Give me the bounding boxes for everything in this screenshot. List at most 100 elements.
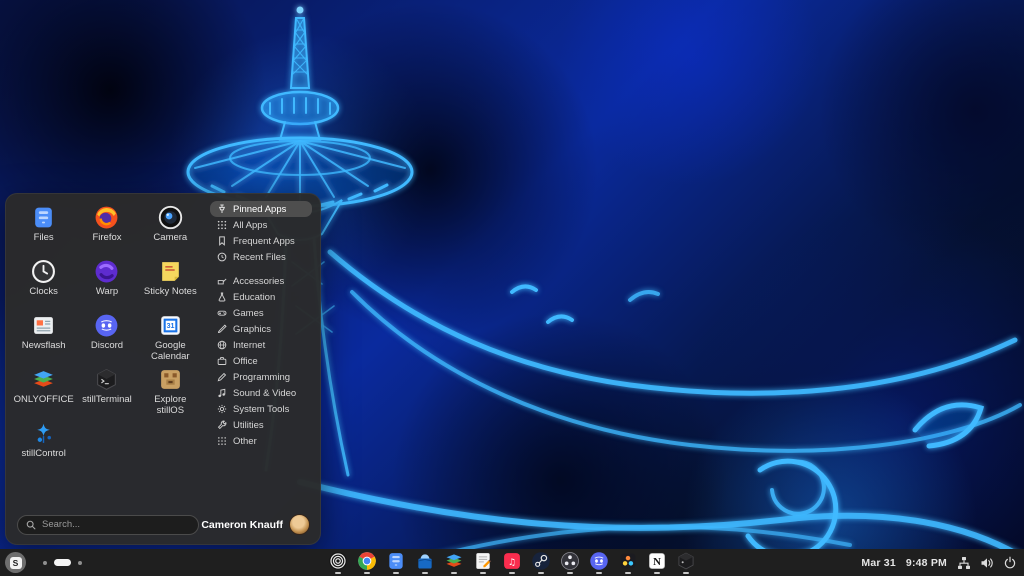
network-icon[interactable] (957, 556, 971, 570)
running-indicator (625, 572, 631, 574)
workspace-active-pill[interactable] (54, 559, 71, 566)
app-label: Newsflash (22, 341, 66, 352)
tray-time[interactable]: 9:48 PM (906, 557, 947, 569)
app-clocks[interactable]: Clocks (12, 255, 75, 309)
category-label: Utilities (233, 420, 264, 431)
taskbar-app-chrome[interactable] (357, 551, 377, 574)
power-icon[interactable] (1003, 556, 1017, 570)
category-games[interactable]: Games (210, 305, 312, 321)
taskbar-app-files[interactable] (386, 551, 406, 574)
app-label: Files (34, 233, 54, 244)
category-label: All Apps (233, 220, 267, 231)
taskbar-app-cube[interactable] (676, 551, 696, 574)
taskbar-apps: ♫N (328, 551, 696, 574)
category-label: Frequent Apps (233, 236, 295, 247)
globe-icon (217, 340, 227, 350)
still-control-icon (31, 421, 56, 446)
category-label: Internet (233, 340, 265, 351)
running-indicator (480, 572, 486, 574)
category-office[interactable]: Office (210, 353, 312, 369)
app-google-calendar[interactable]: 31Google Calendar (139, 309, 202, 363)
category-graphics[interactable]: Graphics (210, 321, 312, 337)
apple-music-icon: ♫ (502, 551, 522, 571)
onlyoffice-icon (31, 367, 56, 392)
pin-icon (217, 204, 227, 214)
taskbar-app-notion[interactable]: N (647, 551, 667, 574)
category-programming[interactable]: Programming (210, 369, 312, 385)
taskbar-app-text-editor[interactable] (473, 551, 493, 574)
taskbar-app-onlyoffice[interactable] (444, 551, 464, 574)
category-label: Programming (233, 372, 290, 383)
app-onlyoffice[interactable]: ONLYOFFICE (12, 363, 75, 417)
app-label: Explore stillOS (140, 395, 200, 416)
dots-icon (217, 436, 227, 446)
cube-icon (676, 551, 696, 571)
category-frequent-apps[interactable]: Frequent Apps (210, 233, 312, 249)
workspace-dot[interactable] (43, 561, 47, 565)
app-discord[interactable]: Discord (75, 309, 138, 363)
taskbar-app-apple-music[interactable]: ♫ (502, 551, 522, 574)
pinned-apps-grid: Files FirefoxCamera Clocks Warp Sticky Notes… (12, 199, 202, 506)
taskbar-app-blue-box[interactable] (415, 551, 435, 574)
app-explore-stillos[interactable]: Explore stillOS (139, 363, 202, 417)
app-newsflash[interactable]: Newsflash (12, 309, 75, 363)
category-sound-video[interactable]: Sound & Video (210, 385, 312, 401)
svg-text:♫: ♫ (508, 557, 516, 568)
davinci-resolve-icon (618, 551, 638, 571)
category-other[interactable]: Other (210, 433, 312, 449)
category-label: Sound & Video (233, 388, 296, 399)
discord-icon (94, 313, 119, 338)
app-sticky-notes[interactable]: Sticky Notes (139, 255, 202, 309)
app-label: Warp (96, 287, 118, 298)
category-pinned-apps[interactable]: Pinned Apps (210, 201, 312, 217)
system-tray: Mar 31 9:48 PM (861, 549, 1017, 576)
user-menu[interactable]: Cameron Knauff (201, 514, 310, 535)
category-internet[interactable]: Internet (210, 337, 312, 353)
category-utilities[interactable]: Utilities (210, 417, 312, 433)
running-indicator (393, 572, 399, 574)
category-all-apps[interactable]: All Apps (210, 217, 312, 233)
category-recent-files[interactable]: Recent Files (210, 249, 312, 265)
still-terminal-icon (94, 367, 119, 392)
camera-icon (158, 205, 183, 230)
clock-icon (217, 252, 227, 262)
taskbar-app-steam[interactable] (531, 551, 551, 574)
category-accessories[interactable]: Accessories (210, 273, 312, 289)
app-stillcontrol[interactable]: stillControl (12, 417, 75, 471)
concentric-circles-icon (328, 551, 348, 571)
notion-icon: N (647, 551, 667, 571)
app-label: ONLYOFFICE (14, 395, 74, 406)
volume-icon[interactable] (980, 556, 994, 570)
category-label: Pinned Apps (233, 204, 286, 215)
clocks-icon (31, 259, 56, 284)
category-label: Recent Files (233, 252, 286, 263)
taskbar-app-davinci-resolve[interactable] (618, 551, 638, 574)
taskbar-app-concentric-circles[interactable] (328, 551, 348, 574)
files-icon (386, 551, 406, 571)
utility-icon (217, 276, 227, 286)
stillos-logo-icon: S (10, 557, 22, 569)
app-label: Clocks (29, 287, 58, 298)
category-education[interactable]: Education (210, 289, 312, 305)
category-system-tools[interactable]: System Tools (210, 401, 312, 417)
running-indicator (509, 572, 515, 574)
taskbar-app-obs-studio[interactable] (560, 551, 580, 574)
launcher-button[interactable]: S (5, 552, 26, 573)
app-camera[interactable]: Camera (139, 201, 202, 255)
app-files[interactable]: Files (12, 201, 75, 255)
category-label: Accessories (233, 276, 284, 287)
user-name: Cameron Knauff (201, 519, 283, 531)
app-firefox[interactable]: Firefox (75, 201, 138, 255)
running-indicator (364, 572, 370, 574)
firefox-icon (94, 205, 119, 230)
workspace-switcher[interactable] (43, 559, 82, 566)
menu-footer: Search... Cameron Knauff (17, 514, 310, 535)
category-label: Education (233, 292, 275, 303)
app-stillterminal[interactable]: stillTerminal (75, 363, 138, 417)
workspace-dot[interactable] (78, 561, 82, 565)
app-warp[interactable]: Warp (75, 255, 138, 309)
taskbar-app-discord[interactable] (589, 551, 609, 574)
tray-date[interactable]: Mar 31 (861, 557, 895, 569)
desktop: Files FirefoxCamera Clocks Warp Sticky Notes… (0, 0, 1024, 576)
search-input[interactable]: Search... (17, 515, 199, 535)
